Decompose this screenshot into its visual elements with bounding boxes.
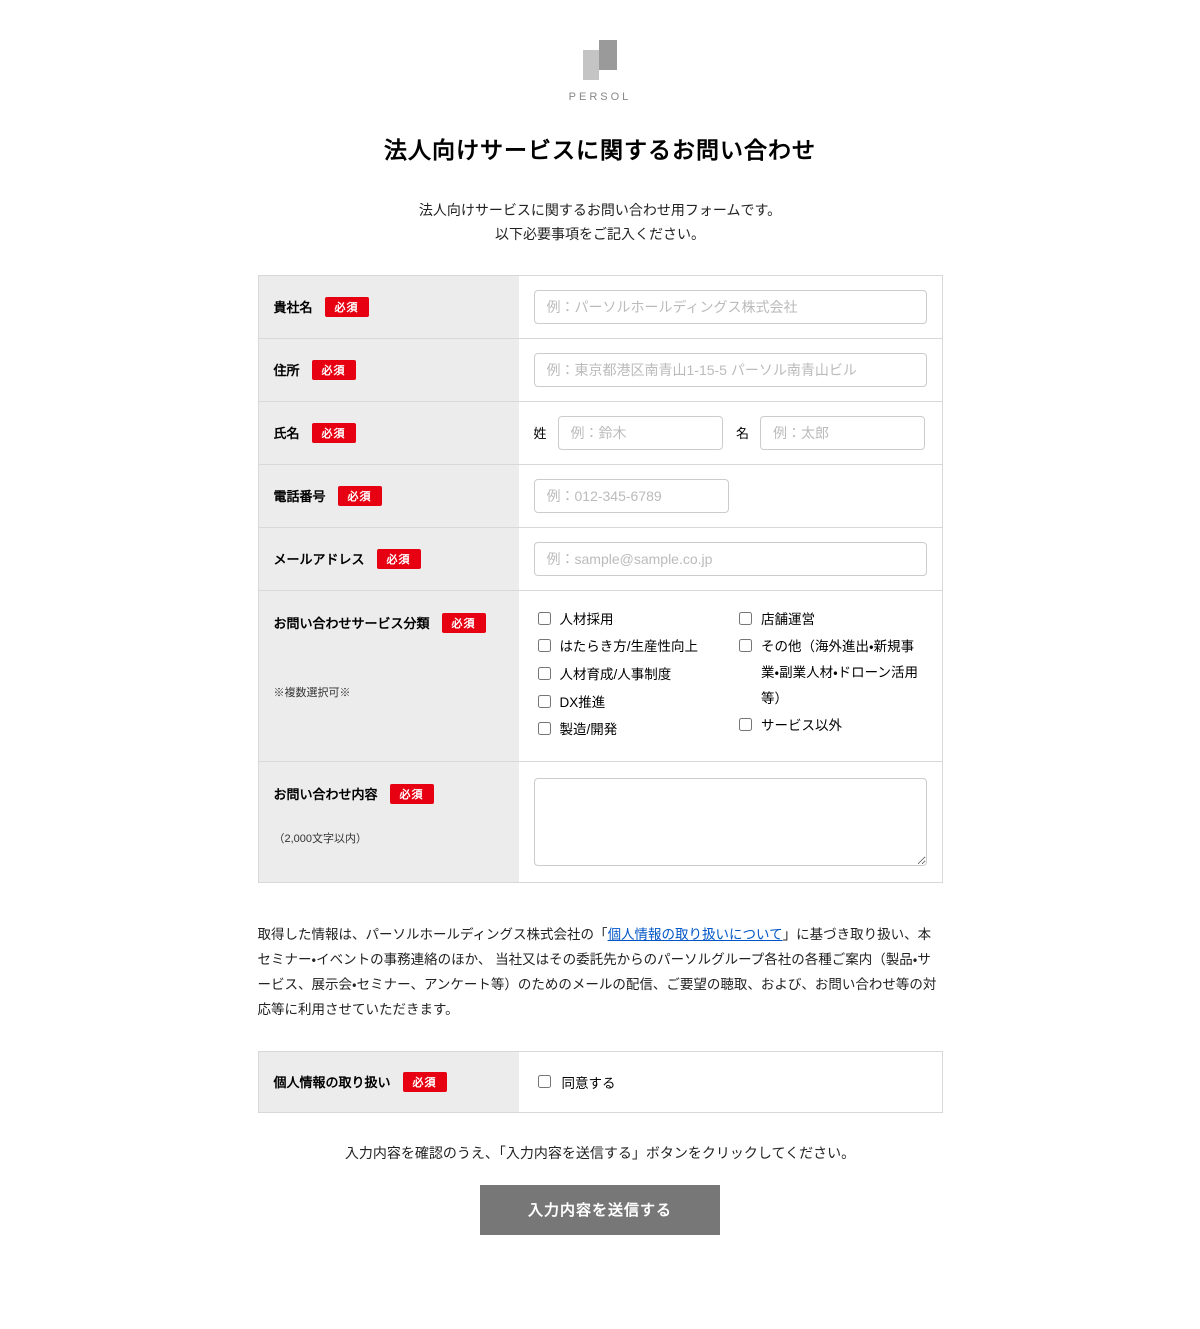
category-checkbox-item[interactable]: はたらき方/生産性向上 bbox=[534, 634, 726, 660]
intro-line-1: 法人向けサービスに関するお問い合わせ用フォームです。 bbox=[0, 199, 1200, 223]
submit-note: 入力内容を確認のうえ、「入力内容を送信する」ボタンをクリックしてください。 bbox=[0, 1143, 1200, 1163]
label-name: 氏名 必須 bbox=[259, 402, 519, 464]
label-category-sub: ※複数選択可※ bbox=[274, 684, 504, 700]
category-option-label: 店舗運営 bbox=[761, 607, 815, 633]
consent-agree-text: 同意する bbox=[562, 1072, 616, 1092]
category-option-label: 人材育成/人事制度 bbox=[560, 662, 672, 688]
intro-text: 法人向けサービスに関するお問い合わせ用フォームです。 以下必要事項をご記入くださ… bbox=[0, 199, 1200, 247]
row-phone: 電話番号 必須 bbox=[259, 465, 942, 528]
label-company-text: 貴社名 bbox=[274, 297, 313, 316]
privacy-notice: 取得した情報は、パーソルホールディングス株式会社の「個人情報の取り扱いについて」… bbox=[258, 923, 943, 1023]
address-input[interactable] bbox=[534, 353, 927, 387]
required-badge: 必須 bbox=[312, 360, 356, 380]
category-checkbox[interactable] bbox=[739, 612, 752, 625]
category-option-label: サービス以外 bbox=[761, 713, 842, 739]
label-consent: 個人情報の取り扱い 必須 bbox=[259, 1052, 519, 1112]
category-option-label: その他（海外進出・新規事業・副業人材・ドローン活用等） bbox=[761, 634, 927, 711]
row-address: 住所 必須 bbox=[259, 339, 942, 402]
required-badge: 必須 bbox=[325, 297, 369, 317]
label-category: お問い合わせサービス分類 必須 ※複数選択可※ bbox=[259, 591, 519, 761]
row-name: 氏名 必須 姓 名 bbox=[259, 402, 942, 465]
label-phone: 電話番号 必須 bbox=[259, 465, 519, 527]
category-checkbox-item[interactable]: 店舗運営 bbox=[735, 607, 927, 633]
label-address-text: 住所 bbox=[274, 360, 300, 379]
category-checkbox-item[interactable]: DX推進 bbox=[534, 690, 726, 716]
privacy-link[interactable]: 個人情報の取り扱いについて bbox=[608, 927, 783, 942]
label-details-text: お問い合わせ内容 bbox=[274, 784, 378, 803]
intro-line-2: 以下必要事項をご記入ください。 bbox=[0, 223, 1200, 247]
submit-button[interactable]: 入力内容を送信する bbox=[480, 1185, 720, 1235]
required-badge: 必須 bbox=[442, 613, 486, 633]
category-checkbox-item[interactable]: 人材育成/人事制度 bbox=[534, 662, 726, 688]
category-checkbox[interactable] bbox=[739, 639, 752, 652]
row-company: 貴社名 必須 bbox=[259, 276, 942, 339]
required-badge: 必須 bbox=[390, 784, 434, 804]
first-name-input[interactable] bbox=[760, 416, 925, 450]
label-details: お問い合わせ内容 必須 （2,000文字以内） bbox=[259, 762, 519, 882]
required-badge: 必須 bbox=[338, 486, 382, 506]
first-name-prefix: 名 bbox=[736, 423, 752, 442]
label-company: 貴社名 必須 bbox=[259, 276, 519, 338]
required-badge: 必須 bbox=[377, 549, 421, 569]
consent-checkbox[interactable] bbox=[538, 1075, 551, 1088]
category-checkbox[interactable] bbox=[538, 639, 551, 652]
category-option-label: 人材採用 bbox=[560, 607, 614, 633]
label-address: 住所 必須 bbox=[259, 339, 519, 401]
row-email: メールアドレス 必須 bbox=[259, 528, 942, 591]
category-option-label: DX推進 bbox=[560, 690, 606, 716]
company-input[interactable] bbox=[534, 290, 927, 324]
category-checkbox[interactable] bbox=[538, 695, 551, 708]
label-name-text: 氏名 bbox=[274, 423, 300, 442]
email-input[interactable] bbox=[534, 542, 927, 576]
category-checkbox-item[interactable]: サービス以外 bbox=[735, 713, 927, 739]
category-option-label: はたらき方/生産性向上 bbox=[560, 634, 698, 660]
category-checkbox-item[interactable]: 製造/開発 bbox=[534, 717, 726, 743]
category-checkbox-item[interactable]: 人材採用 bbox=[534, 607, 726, 633]
label-phone-text: 電話番号 bbox=[274, 486, 326, 505]
details-textarea[interactable] bbox=[534, 778, 927, 866]
category-checkbox[interactable] bbox=[538, 667, 551, 680]
label-category-text: お問い合わせサービス分類 bbox=[274, 613, 430, 632]
brand-logo-text: PERSOL bbox=[0, 91, 1200, 103]
page-title: 法人向けサービスに関するお問い合わせ bbox=[0, 131, 1200, 165]
consent-table: 個人情報の取り扱い 必須 同意する bbox=[258, 1051, 943, 1113]
inquiry-form: 貴社名 必須 住所 必須 氏名 必須 姓 bbox=[258, 275, 943, 883]
category-checkbox-item[interactable]: その他（海外進出・新規事業・副業人材・ドローン活用等） bbox=[735, 634, 927, 711]
required-badge: 必須 bbox=[403, 1072, 447, 1092]
category-checkbox[interactable] bbox=[538, 722, 551, 735]
label-email: メールアドレス 必須 bbox=[259, 528, 519, 590]
phone-input[interactable] bbox=[534, 479, 729, 513]
privacy-text-before: 取得した情報は、パーソルホールディングス株式会社の「 bbox=[258, 927, 608, 942]
brand-logo: PERSOL bbox=[0, 40, 1200, 103]
row-details: お問い合わせ内容 必須 （2,000文字以内） bbox=[259, 762, 942, 882]
required-badge: 必須 bbox=[312, 423, 356, 443]
category-checkbox[interactable] bbox=[538, 612, 551, 625]
label-email-text: メールアドレス bbox=[274, 549, 365, 568]
persol-logo-icon bbox=[583, 40, 617, 85]
last-name-input[interactable] bbox=[558, 416, 723, 450]
consent-checkbox-item[interactable]: 同意する bbox=[534, 1072, 616, 1092]
category-checkbox[interactable] bbox=[739, 718, 752, 731]
row-category: お問い合わせサービス分類 必須 ※複数選択可※ 人材採用 はたらき方/生産性向上… bbox=[259, 591, 942, 762]
category-option-label: 製造/開発 bbox=[560, 717, 618, 743]
last-name-prefix: 姓 bbox=[534, 423, 550, 442]
label-details-sub: （2,000文字以内） bbox=[274, 830, 504, 846]
label-consent-text: 個人情報の取り扱い bbox=[274, 1072, 391, 1091]
